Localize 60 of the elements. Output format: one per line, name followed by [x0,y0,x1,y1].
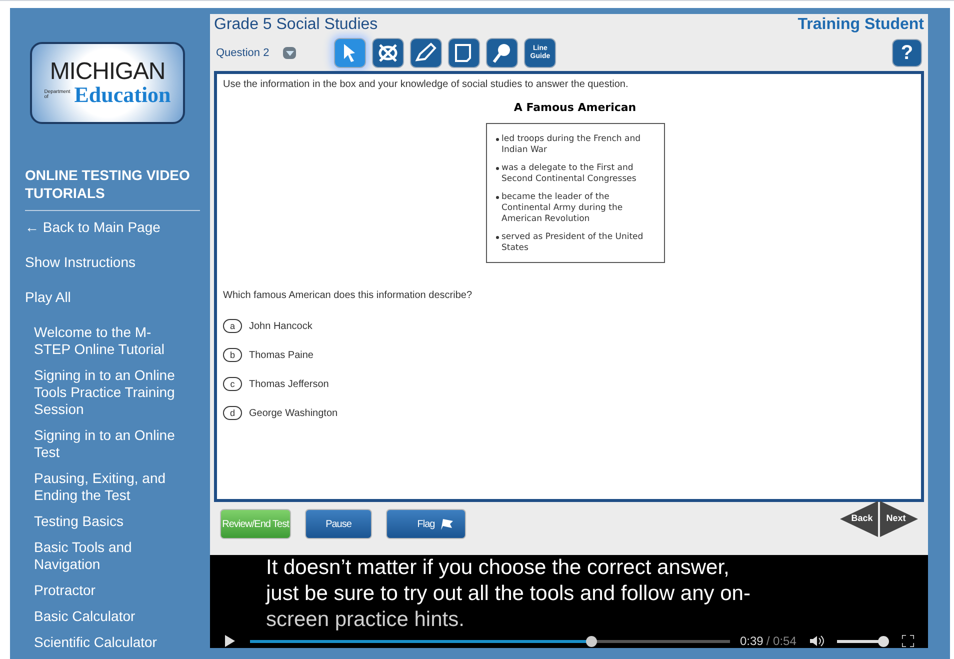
info-text: led troops during the French and Indian War [502,134,642,156]
progress-slider[interactable] [250,636,730,646]
tutorial-link[interactable]: Welcome to the M-STEP Online Tutorial [34,324,186,358]
bullet-icon [496,166,498,170]
caption-line: It doesn’t matter if you choose the correct answer, [266,555,730,581]
sidebar-link[interactable]: ← Back to Main Page [25,218,160,237]
question-text: Which famous American does this information describe? [223,288,474,302]
current-time: 0:39 [740,633,764,648]
caret-icon [286,50,294,56]
progress-thumb[interactable] [586,636,597,646]
info-text: became the leader of the Continental Army during the American Revolution [502,192,624,224]
tutorial-link[interactable]: Pausing, Exiting, and Ending the Test [34,470,186,504]
answer-text: George Washington [249,406,338,420]
question-number: Question 2 [216,46,270,61]
tool-button[interactable] [410,38,442,68]
answer-text: John Hancock [249,320,312,334]
bullet-icon [496,236,498,238]
caption-line: just be sure to try out all the tools and follow any on- [266,581,750,607]
sidebar-heading: ONLINE TESTING VIDEO TUTORIALS [25,166,200,211]
info-text: served as President of the United States [502,232,644,254]
bullet-icon [496,138,498,140]
back-button[interactable]: Back [840,501,878,537]
caption-line: screen practice hints. [266,607,466,633]
volume-thumb[interactable] [878,636,890,646]
tool-button[interactable] [448,38,480,68]
play-icon[interactable] [224,635,236,647]
flag-icon [438,518,453,530]
tutorial-link[interactable]: Testing Basics [34,513,124,530]
answer-bubble[interactable]: a [223,319,242,333]
tool-button[interactable] [486,38,518,68]
answer-bubble[interactable]: d [223,406,242,420]
tutorial-link[interactable]: Basic Calculator [34,608,136,625]
box-title: A Famous American [514,100,636,116]
test-button[interactable]: Flag [386,509,466,539]
tutorial-link[interactable]: Signing in to an Online Test [34,427,186,461]
dropdown-button[interactable] [283,47,296,59]
sidebar-link[interactable]: Play All [25,288,71,307]
tutorial-link[interactable]: Signing in to an Online Tools Practice Training Session [34,367,186,418]
tool-button[interactable] [372,38,404,68]
next-button[interactable]: Next [880,501,918,537]
bullet-icon [496,196,498,198]
help-button[interactable]: ? [892,39,922,67]
answer-text: Thomas Jefferson [249,378,329,392]
test-button[interactable]: Review/End Test [220,509,291,539]
volume-icon[interactable] [809,635,826,647]
sidebar-link[interactable]: Show Instructions [25,253,136,272]
tool-button[interactable] [334,38,366,68]
test-button[interactable]: Pause [305,509,372,539]
tutorial-link[interactable]: Scientific Calculator [34,634,157,651]
answer-text: Thomas Paine [249,348,314,362]
student-name: Training Student [798,15,924,35]
fullscreen-icon[interactable] [902,635,914,647]
info-text: was a delegate to the First and Second Continental Congresses [502,162,638,184]
answer-bubble[interactable]: b [223,348,242,362]
test-title: Grade 5 Social Studies [214,15,378,35]
answer-bubble[interactable]: c [223,377,242,391]
tutorial-link[interactable]: Protractor [34,582,96,599]
tutorial-link[interactable]: Basic Tools and Navigation [34,539,186,573]
duration: / 0:54 [766,633,796,648]
instruction-text: Use the information in the box and your knowledge of social studies to answer the question. [223,78,630,91]
